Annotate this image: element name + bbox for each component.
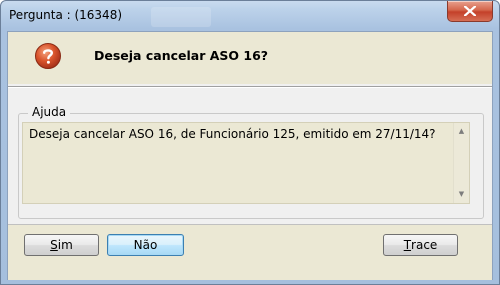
scroll-up-icon[interactable]: ▲ xyxy=(457,127,466,136)
trace-button[interactable]: Trace xyxy=(383,234,458,256)
sim-button-mnemonic: S xyxy=(50,238,58,252)
button-bar: Sim Não Trace xyxy=(8,224,492,280)
help-group-label: Ajuda xyxy=(28,105,71,119)
question-icon xyxy=(35,43,61,69)
help-scrollbar[interactable]: ▲ ▼ xyxy=(453,123,469,203)
trace-button-mnemonic: T xyxy=(403,238,412,252)
close-icon xyxy=(464,6,476,16)
nao-button[interactable]: Não xyxy=(107,234,184,256)
divider xyxy=(8,86,492,88)
close-button[interactable] xyxy=(447,1,493,22)
title-bar[interactable]: Pergunta : (16348) xyxy=(1,1,499,31)
dialog-body: Deseja cancelar ASO 16? Ajuda Deseja can… xyxy=(7,31,493,280)
dialog-window: Pergunta : (16348) Deseja cancelar ASO 1… xyxy=(0,0,500,285)
help-textarea[interactable]: Deseja cancelar ASO 16, de Funcionário 1… xyxy=(22,122,470,204)
sim-button[interactable]: Sim xyxy=(24,234,99,256)
sim-button-label: im xyxy=(57,238,73,252)
help-text: Deseja cancelar ASO 16, de Funcionário 1… xyxy=(29,127,436,141)
nao-button-label: Não xyxy=(133,238,158,252)
trace-button-label: race xyxy=(411,238,438,252)
scroll-down-icon[interactable]: ▼ xyxy=(457,190,466,199)
question-header: Deseja cancelar ASO 16? xyxy=(8,32,492,84)
question-text: Deseja cancelar ASO 16? xyxy=(94,48,269,63)
window-title: Pergunta : (16348) xyxy=(9,8,123,22)
title-bar-background-ghost xyxy=(151,7,211,27)
